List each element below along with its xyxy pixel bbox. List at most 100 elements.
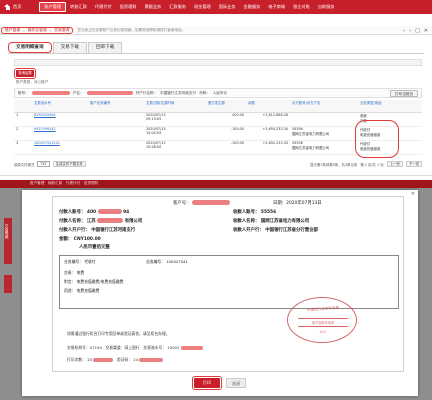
breadcrumb-item[interactable]: 账户管理 xyxy=(5,27,20,33)
side-tab[interactable]: 交易明细 xyxy=(4,218,12,264)
biz-no-row: 业务编号： 代收付 xyxy=(64,259,96,265)
table-header-row: 交易流水号 客户业务编号 交易日期/交易时间 借方发生额 余额 对方账号/对方户… xyxy=(14,100,422,113)
memo-value: 电费充值缴费/电费充值缴费 xyxy=(76,279,124,284)
menu-item[interactable]: 现金管理 xyxy=(190,0,215,14)
redacted-auth-code xyxy=(139,358,164,362)
date-cell: 2020/07/13 09:13:05 xyxy=(144,112,206,126)
col-amount[interactable]: 借方发生额 xyxy=(206,100,246,113)
tab-divider xyxy=(8,53,424,54)
menu-item[interactable]: 转账汇款 xyxy=(66,0,91,14)
payer-name-row: 付款人名称： 江苏 有限公司 xyxy=(59,218,142,224)
serial-link[interactable]: 8195245904 xyxy=(32,112,88,126)
prev-page-button[interactable]: 上一页 xyxy=(386,161,403,167)
table-footer: 选择文件格式 TXT 生成文件下载文件 显示第1条到第3条，共3条记录 第 1 … xyxy=(14,160,422,168)
stamp-top-text: 中国银行业务专用章 xyxy=(306,305,340,313)
col-business-no[interactable]: 客户业务编号 xyxy=(88,100,144,113)
account-type-label: 账户类型：对公账户 xyxy=(16,80,49,84)
payee-account-row: 收款人账号： 55556 xyxy=(233,209,276,215)
biz-no-value: 代收付 xyxy=(84,259,96,264)
print-button[interactable]: 打印 xyxy=(191,375,223,391)
counterparty-name: 国网江苏省电力有限公司 xyxy=(292,131,330,136)
dimmed-nav-bar: 账户管理 转账汇款 代理代付 投资理财 xyxy=(0,180,432,188)
menu-item[interactable]: 汇款服务 xyxy=(165,0,190,14)
redacted-payer-name xyxy=(97,218,124,223)
breadcrumb: 账户管理 › 操作员管理 › 交易查询 xyxy=(1,26,74,34)
breadcrumb-separator: › xyxy=(49,27,52,33)
payer-account-label: 付款人账号： xyxy=(59,210,86,215)
redacted-name xyxy=(86,91,133,95)
breadcrumb-item[interactable]: 操作员管理 xyxy=(28,27,47,33)
print-page-button[interactable]: 打印当前页 xyxy=(390,89,418,97)
col-date[interactable]: 交易日期/交易时间 xyxy=(144,100,206,113)
menu-item[interactable]: 国际业务 xyxy=(215,0,240,14)
next-icon[interactable]: › xyxy=(409,28,411,34)
format-select[interactable]: TXT xyxy=(37,161,50,167)
tx-label: 交易： xyxy=(64,270,76,275)
payee-name-label: 收款人名称： xyxy=(233,219,260,224)
serial-value: 10002 xyxy=(167,345,180,350)
stamp-bottom-text: （01） xyxy=(317,330,329,334)
balance-cell: +2,612,868.28 xyxy=(262,112,289,117)
menu-item[interactable]: 代理代付 xyxy=(91,0,116,14)
amount-label: 金额： xyxy=(59,237,73,242)
account-label: 账号： xyxy=(18,90,29,95)
home-icon xyxy=(4,4,11,10)
menu-item[interactable]: 金融服务 xyxy=(240,0,265,14)
maximize-icon[interactable]: □ xyxy=(415,28,420,34)
receipt-dialog: ✕ 客户号： 日期：2020年07月13日 付款人账号： 400 94 收款人账… xyxy=(22,190,418,396)
tab-transaction-query[interactable]: 交易明细查询 xyxy=(8,42,52,53)
col-counterparty[interactable]: 对方账号/对方户名 xyxy=(290,100,358,113)
payer-account-value: 400 xyxy=(86,210,97,215)
biz-id-value: 100027541 xyxy=(166,259,188,264)
query-result-badge[interactable]: 查询结果 xyxy=(14,68,36,79)
col-type[interactable]: 业务类型/用途 xyxy=(358,100,422,113)
customer-no-label: 客户号： xyxy=(173,201,191,206)
tab-receipt-download[interactable]: 回单下载 xyxy=(87,42,123,53)
close-button[interactable]: 关闭 xyxy=(226,378,246,388)
close-icon[interactable]: ✕ xyxy=(424,28,428,34)
amount-cell: 400.00 xyxy=(232,112,244,117)
next-page-button[interactable]: 下一页 xyxy=(405,161,422,167)
payer-name-suffix: 有限公司 xyxy=(124,219,143,224)
menu-item[interactable]: 投资理财 xyxy=(116,0,141,14)
close-icon[interactable]: ✕ xyxy=(411,191,415,197)
col-balance[interactable]: 余额 xyxy=(246,100,290,113)
menu-item[interactable]: 票据业务 xyxy=(140,0,165,14)
amount-cell: -100.00 xyxy=(230,140,244,145)
business-no-cell xyxy=(88,112,144,126)
export-button[interactable]: 生成文件下载文件 xyxy=(52,161,86,167)
channel: 交易渠道：网上银行 xyxy=(105,345,140,350)
home-link[interactable]: 首页 xyxy=(0,0,25,14)
customer-no-row: 客户号： xyxy=(173,200,230,206)
currency-value: 人民币元 xyxy=(212,90,228,95)
payee-bank-value: 中国银行江苏省分行营业部 xyxy=(265,228,318,233)
prev-icon[interactable]: ‹ xyxy=(403,28,405,34)
menu-item[interactable]: 电子商城 xyxy=(264,0,289,14)
menu-item[interactable]: 账户管理 xyxy=(39,2,67,12)
business-no-cell xyxy=(88,140,144,154)
main-menu: 账户管理 转账汇款 代理代付 投资理财 票据业务 汇款服务 现金管理 国际业务 金融服务 电子商城… xyxy=(39,0,338,14)
receipt-footer-line1: 交易机构号：07194 交易渠道：网上银行 交易流水号： 10002 xyxy=(67,345,203,351)
breadcrumb-item[interactable]: 交易查询 xyxy=(54,27,69,33)
window-controls: ‹ › □ ✕ xyxy=(403,26,428,35)
menu-item[interactable]: 银企对账 xyxy=(289,0,314,14)
amount-value: CNY100.00 xyxy=(73,237,101,242)
tab-transaction-download[interactable]: 交易下载 xyxy=(52,42,87,53)
stamp-middle-text: 电子回单专用章 xyxy=(298,318,348,327)
serial-link[interactable]: 100027541241 xyxy=(32,140,88,154)
home-label: 首页 xyxy=(13,4,22,9)
redacted-account xyxy=(31,91,70,95)
redacted-payer-account xyxy=(97,209,122,214)
currency-label: 币种： xyxy=(199,90,210,95)
format-label: 选择文件格式 xyxy=(14,162,35,167)
auth-code-label: 验证码： xyxy=(116,357,133,362)
payer-name-label: 付款人名称： xyxy=(59,219,86,224)
col-serial[interactable]: 交易流水号 xyxy=(32,100,88,113)
side-tab-secondary[interactable] xyxy=(4,275,12,293)
breadcrumb-separator: › xyxy=(23,27,25,33)
payee-bank-row: 收款人开户行： 中国银行江苏省分行营业部 xyxy=(233,227,318,233)
transaction-query-screen: 首页 账户管理 转账汇款 代理代付 投资理财 票据业务 汇款服务 现金管理 国际业务 金融服务电… xyxy=(0,0,432,176)
serial-link[interactable]: 9937599242 xyxy=(32,126,88,140)
serial-label: 交易流水号： xyxy=(143,345,167,350)
menu-item[interactable]: 自助服务 xyxy=(314,0,339,14)
